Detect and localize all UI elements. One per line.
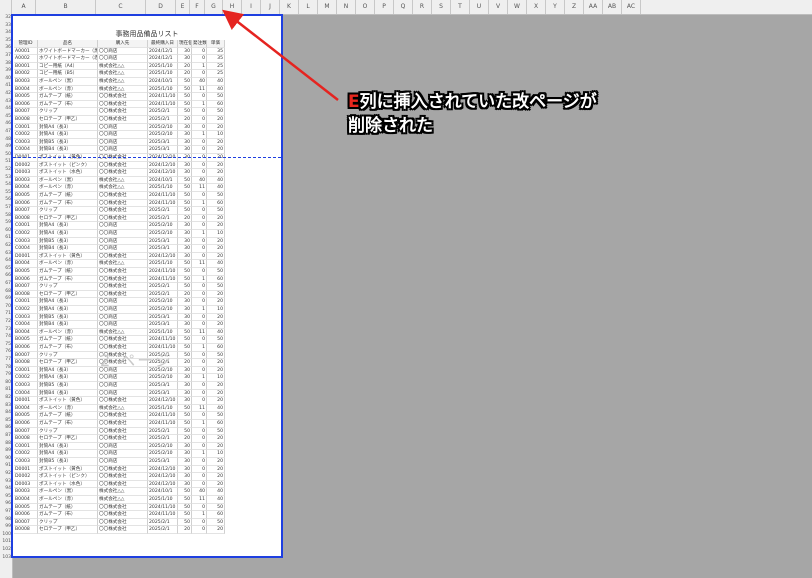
annotation-highlight: E: [348, 92, 360, 112]
annotation-line-1: E列に挿入されていた改ページが: [348, 90, 597, 114]
annotation-text: E列に挿入されていた改ページが 削除された: [348, 90, 597, 138]
annotation-line-2: 削除された: [348, 116, 433, 136]
annotation-arrow: [222, 9, 339, 101]
annotation-line-1-rest: 列に挿入されていた改ページが: [359, 92, 597, 112]
